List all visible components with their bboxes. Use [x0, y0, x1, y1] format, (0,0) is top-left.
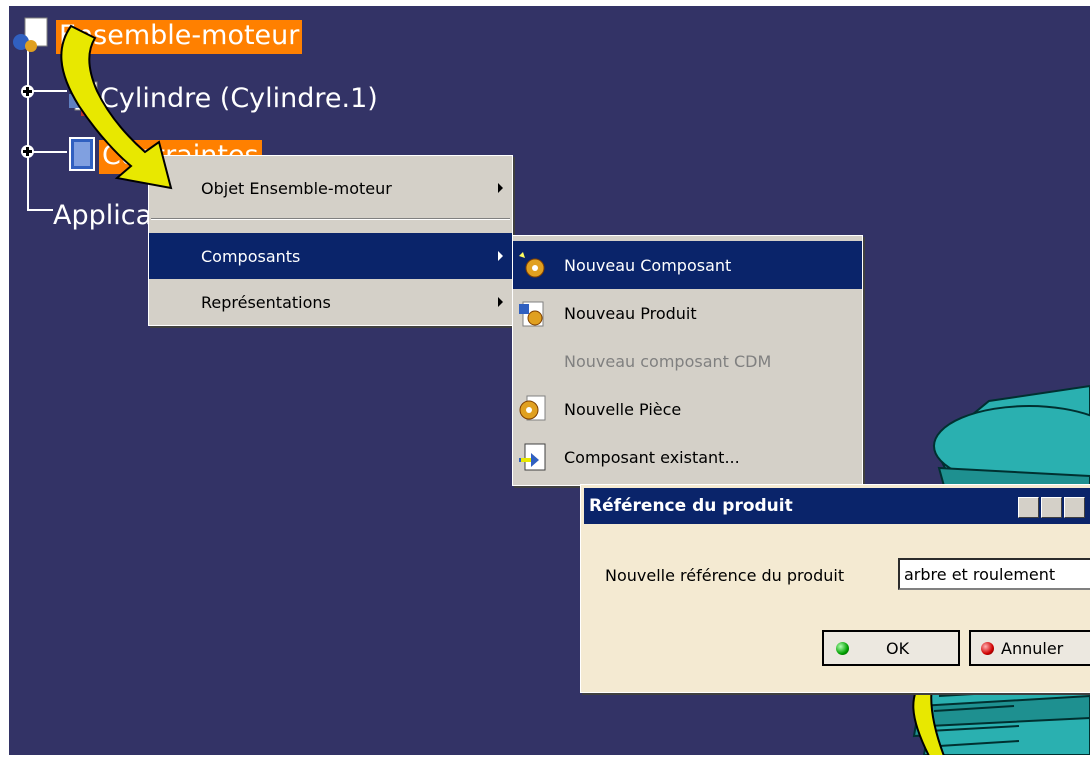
close-button[interactable] [1064, 497, 1085, 518]
cancel-button[interactable]: Annuler [969, 630, 1090, 666]
ok-button[interactable]: OK [822, 630, 960, 666]
cancel-button-label: Annuler [1001, 638, 1064, 658]
dialog-title-bar[interactable]: Référence du produit [584, 488, 1090, 524]
red-status-icon [981, 642, 994, 655]
green-status-icon [836, 642, 849, 655]
product-reference-dialog: Référence du produit Nouvelle référence … [580, 484, 1090, 693]
screenshot: Ensemble-moteur Cylindre (Cylindre.1) Co… [0, 0, 1090, 759]
ok-button-label: OK [886, 638, 910, 658]
maximize-button[interactable] [1041, 497, 1062, 518]
minimize-button[interactable] [1018, 497, 1039, 518]
dialog-title: Référence du produit [589, 496, 793, 516]
reference-input[interactable] [898, 558, 1090, 590]
reference-field-label: Nouvelle référence du produit [605, 566, 845, 585]
